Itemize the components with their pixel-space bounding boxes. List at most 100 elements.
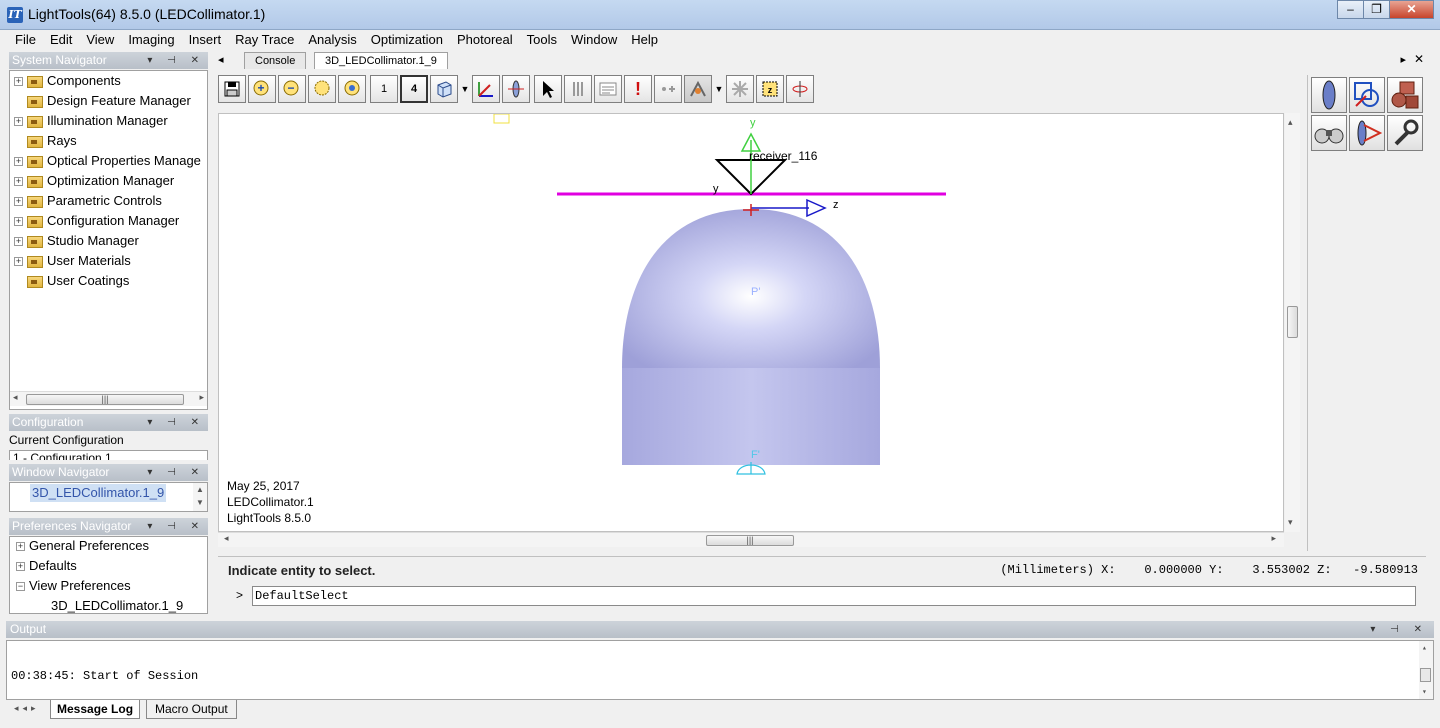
expand-icon[interactable]: + — [14, 217, 23, 227]
mirror-icon[interactable] — [564, 75, 592, 103]
alert-icon[interactable]: ! — [624, 75, 652, 103]
sysnav-item[interactable]: + Optical Properties Manage — [14, 151, 201, 171]
sysnav-item[interactable]: + Configuration Manager — [14, 211, 179, 231]
sysnav-item[interactable]: + User Materials — [14, 251, 131, 271]
scroll-left-icon[interactable]: ◂ — [13, 392, 18, 403]
expand-icon[interactable]: + — [14, 257, 23, 267]
expand-icon[interactable]: + — [14, 237, 23, 247]
rotate-icon[interactable] — [786, 75, 814, 103]
menu-edit[interactable]: Edit — [43, 30, 79, 50]
viewport-vertical-scrollbar[interactable]: ▴ ▾ — [1285, 113, 1300, 532]
tab-scroll-icons[interactable]: ◂◂▸ — [14, 703, 40, 714]
sysnav-item[interactable]: + Illumination Manager — [14, 111, 168, 131]
sysnav-item[interactable]: Design Feature Manager — [14, 91, 191, 111]
receiver-binoculars-icon[interactable] — [1311, 115, 1347, 151]
save-icon[interactable] — [218, 75, 246, 103]
horizontal-scrollbar[interactable]: ◂ ||| ▸ — [10, 391, 207, 406]
panel-controls[interactable]: ▾ ⊣ ✕ — [147, 414, 205, 431]
menu-photoreal[interactable]: Photoreal — [450, 30, 520, 50]
lens-element-icon[interactable] — [1311, 77, 1347, 113]
close-document-icon[interactable]: ✕ — [1414, 52, 1424, 66]
viewport-horizontal-scrollbar[interactable]: ◂ ||| ▸ — [218, 532, 1284, 547]
configuration-select[interactable]: 1 - Configuration 1 — [9, 450, 208, 460]
scroll-thumb[interactable]: ||| — [26, 394, 184, 405]
sysnav-item[interactable]: + Optimization Manager — [14, 171, 174, 191]
close-button[interactable]: ✕ — [1389, 0, 1434, 19]
solids-icon[interactable] — [1387, 77, 1423, 113]
menu-view[interactable]: View — [79, 30, 121, 50]
view-cube-icon[interactable] — [430, 75, 458, 103]
zoom-out-icon[interactable]: − — [278, 75, 306, 103]
panel-controls[interactable]: ▾ ⊣ ✕ — [147, 52, 205, 69]
tab-message-log[interactable]: Message Log — [50, 700, 141, 719]
sysnav-item[interactable]: + Components — [14, 71, 121, 91]
collapse-icon[interactable]: − — [16, 582, 25, 592]
pref-defaults[interactable]: + Defaults — [16, 556, 77, 576]
sysnav-item[interactable]: + Studio Manager — [14, 231, 139, 251]
quad-view-icon[interactable]: 4 — [400, 75, 428, 103]
menu-imaging[interactable]: Imaging — [121, 30, 181, 50]
notes-icon[interactable] — [594, 75, 622, 103]
scroll-right-icon[interactable]: ▸ — [199, 392, 204, 403]
window-list-item[interactable]: 3D_LEDCollimator.1_9 — [30, 484, 167, 502]
vertical-scrollbar[interactable]: ▲ ▼ — [193, 483, 207, 511]
menu-file[interactable]: File — [8, 30, 43, 50]
render-icon[interactable] — [684, 75, 712, 103]
expand-icon[interactable]: + — [16, 562, 25, 572]
zoom-in-icon[interactable]: + — [248, 75, 276, 103]
select-arrow-icon[interactable] — [534, 75, 562, 103]
tab-3d-view[interactable]: 3D_LEDCollimator.1_9 — [314, 52, 448, 69]
scroll-down-icon[interactable]: ▾ — [1422, 687, 1427, 697]
minimize-button[interactable]: – — [1337, 0, 1364, 19]
expand-icon[interactable]: + — [14, 197, 23, 207]
expand-icon[interactable]: + — [16, 542, 25, 552]
tab-scroll-left-icon[interactable]: ◂ — [218, 53, 224, 66]
single-view-icon[interactable]: 1 — [370, 75, 398, 103]
menu-optimization[interactable]: Optimization — [364, 30, 450, 50]
3d-viewport[interactable]: y receiver_116 y z P' F' May 25, 2017 LE… — [218, 113, 1284, 532]
expand-icon[interactable]: + — [14, 77, 23, 87]
star-icon[interactable] — [726, 75, 754, 103]
view-dropdown-icon[interactable]: ▼ — [460, 75, 470, 103]
panel-controls[interactable]: ▾ ⊣ ✕ — [147, 464, 205, 481]
output-log[interactable]: 00:38:45: Start of Session ▴ ▾ — [6, 640, 1434, 700]
lens-view-icon[interactable] — [502, 75, 530, 103]
menu-window[interactable]: Window — [564, 30, 624, 50]
scroll-down-icon[interactable]: ▾ — [1288, 517, 1293, 528]
pref-general[interactable]: + General Preferences — [16, 536, 149, 556]
sysnav-item[interactable]: User Coatings — [14, 271, 129, 291]
menu-ray-trace[interactable]: Ray Trace — [228, 30, 301, 50]
scroll-thumb[interactable] — [1287, 306, 1298, 338]
menu-insert[interactable]: Insert — [182, 30, 229, 50]
expand-icon[interactable]: + — [14, 157, 23, 167]
scroll-left-icon[interactable]: ◂ — [224, 533, 229, 544]
pref-view-3d[interactable]: 3D_LEDCollimator.1_9 — [51, 596, 183, 616]
scene-canvas[interactable]: y receiver_116 y z P' F' — [219, 114, 1284, 532]
scroll-up-icon[interactable]: ▴ — [1288, 117, 1293, 128]
scroll-right-icon[interactable]: ▸ — [1271, 533, 1276, 544]
panel-controls[interactable]: ▾ ⊣ ✕ — [147, 518, 205, 535]
add-point-icon[interactable] — [654, 75, 682, 103]
shapes-icon[interactable] — [1349, 77, 1385, 113]
zoom-fit-icon[interactable] — [338, 75, 366, 103]
scroll-thumb[interactable]: ||| — [706, 535, 794, 546]
menu-tools[interactable]: Tools — [520, 30, 564, 50]
zoom-box-icon[interactable] — [308, 75, 336, 103]
tab-macro-output[interactable]: Macro Output — [146, 700, 237, 719]
render-dropdown-icon[interactable]: ▼ — [714, 75, 724, 103]
output-vertical-scrollbar[interactable]: ▴ ▾ — [1419, 641, 1433, 699]
ray-source-icon[interactable] — [1349, 115, 1385, 151]
tab-console[interactable]: Console — [244, 52, 307, 69]
wrench-icon[interactable] — [1387, 115, 1423, 151]
pref-view-preferences[interactable]: − View Preferences — [16, 576, 131, 596]
scroll-thumb[interactable] — [1420, 668, 1431, 682]
menu-help[interactable]: Help — [624, 30, 665, 50]
expand-icon[interactable]: + — [14, 117, 23, 127]
restore-button[interactable]: ❐ — [1363, 0, 1390, 19]
panel-controls[interactable]: ▾ ⊣ ✕ — [1370, 621, 1428, 638]
sysnav-item[interactable]: Rays — [14, 131, 77, 151]
expand-icon[interactable]: + — [14, 177, 23, 187]
sysnav-item[interactable]: + Parametric Controls — [14, 191, 162, 211]
zoom-region-icon[interactable]: z — [756, 75, 784, 103]
menu-analysis[interactable]: Analysis — [301, 30, 363, 50]
